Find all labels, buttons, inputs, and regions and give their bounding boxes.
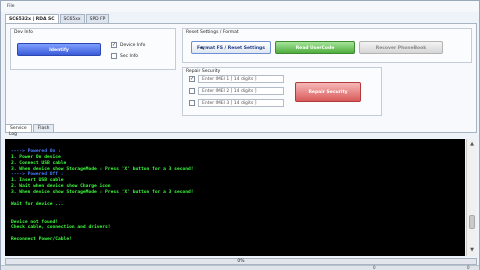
imei3-row bbox=[189, 100, 198, 106]
tab-flash[interactable]: Flash bbox=[32, 124, 55, 132]
imei3-input[interactable]: Enter IMEI 3 [ 14 digits ] bbox=[198, 99, 284, 107]
scroll-up-icon[interactable]: ▲ bbox=[469, 141, 475, 147]
imei1-check-icon[interactable]: ✓ bbox=[189, 76, 195, 82]
dev-info-group: Dev Info Identify ✓ Device Info Sec Info bbox=[10, 28, 176, 70]
progress-bar: 0% bbox=[5, 258, 477, 265]
app-window: File SC6532x | RDA SC SC65xx SPD FP Dev … bbox=[0, 0, 480, 270]
sec-info-checkbox[interactable]: Sec Info bbox=[111, 53, 138, 59]
repair-title: Repair Security bbox=[186, 69, 221, 74]
device-info-label: Device Info bbox=[120, 42, 146, 48]
imei2-checkbox[interactable] bbox=[189, 88, 195, 94]
tab-service[interactable]: Service bbox=[5, 124, 32, 132]
menu-file[interactable]: File bbox=[7, 4, 15, 9]
menu-bar: File bbox=[1, 1, 479, 12]
log-label: Log bbox=[9, 132, 18, 137]
imei3-checkbox[interactable] bbox=[189, 100, 195, 106]
device-info-check-icon: ✓ bbox=[111, 42, 117, 48]
identify-button[interactable]: Identify bbox=[17, 43, 101, 56]
reset-title: Reset Settings / Format bbox=[186, 30, 239, 35]
progress-label: 0% bbox=[237, 259, 245, 264]
status-value-right: 0 bbox=[467, 265, 470, 270]
status-value-left: 0 bbox=[373, 265, 376, 270]
scroll-thumb[interactable] bbox=[469, 215, 475, 229]
log-scrollbar[interactable]: ▲ ▼ bbox=[466, 139, 476, 256]
imei1-input[interactable]: Enter IMEI 1 [ 14 digits ] bbox=[198, 75, 284, 83]
imei2-row bbox=[189, 88, 198, 94]
sec-info-label: Sec Info bbox=[120, 53, 139, 59]
imei1-row: ✓ bbox=[189, 76, 198, 82]
log-console: ----> Powered On :1. Power On device 2. C… bbox=[5, 139, 465, 256]
tab-panel: Dev Info Identify ✓ Device Info Sec Info… bbox=[5, 23, 477, 133]
mouse-cursor-icon: ↖ bbox=[200, 45, 206, 52]
read-usercode-button[interactable]: Read UserCode bbox=[275, 41, 355, 54]
log-line: Reconnect Power/Cable! bbox=[11, 237, 72, 243]
repair-security-button[interactable]: Repair Security bbox=[295, 82, 361, 102]
repair-security-group: Repair Security ✓ Enter IMEI 1 [ 14 digi… bbox=[182, 67, 382, 116]
scroll-down-icon[interactable]: ▼ bbox=[469, 247, 475, 253]
reset-group: Reset Settings / Format Format FS / Rese… bbox=[182, 28, 472, 63]
dev-info-title: Dev Info bbox=[14, 30, 33, 35]
sec-info-box bbox=[111, 53, 117, 59]
imei2-input[interactable]: Enter IMEI 2 [ 14 digits ] bbox=[198, 87, 284, 95]
device-info-checkbox[interactable]: ✓ Device Info bbox=[111, 42, 145, 48]
recover-phonebook-button[interactable]: Recover PhoneBook bbox=[359, 41, 443, 54]
sub-tabs: Service Flash bbox=[5, 124, 55, 132]
status-bar bbox=[1, 265, 479, 270]
